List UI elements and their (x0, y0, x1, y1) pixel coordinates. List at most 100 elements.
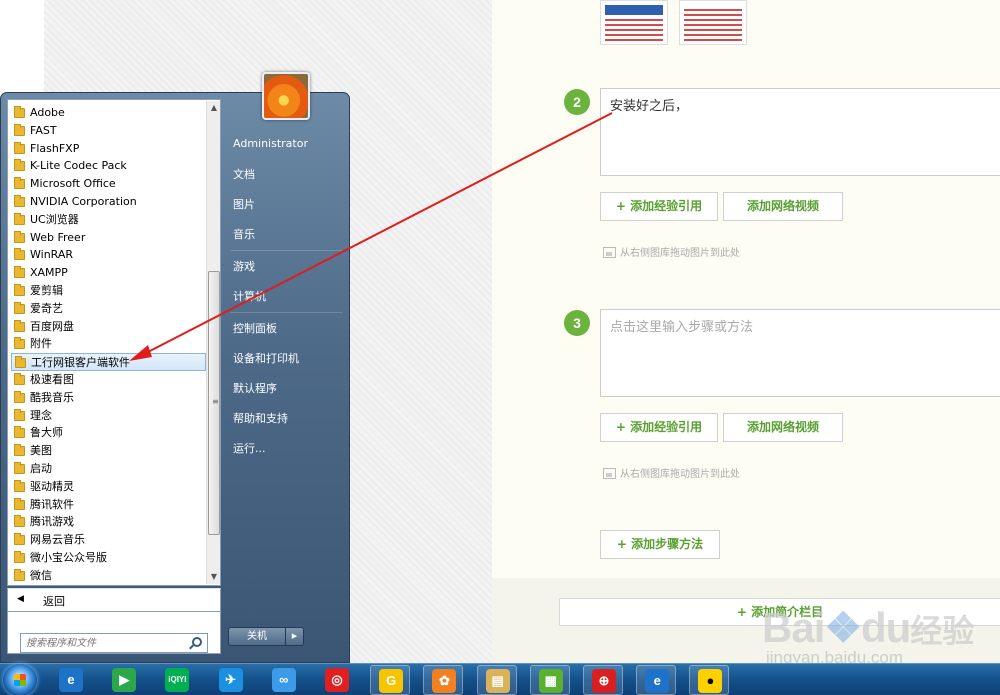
program-label: 爱剪辑 (30, 284, 63, 297)
taskbar-app-button[interactable]: ◎ (317, 665, 357, 695)
step-3-textarea[interactable]: 点击这里输入步骤或方法 (600, 309, 1000, 397)
folder-icon (14, 515, 25, 528)
netease-music-icon: ◎ (325, 668, 349, 692)
default-programs-link[interactable]: 默认程序 (233, 380, 277, 396)
computer-link[interactable]: 计算机 (233, 288, 266, 304)
iqiyi-icon: iQIYI (165, 668, 190, 692)
program-folder-item[interactable]: 工行网银客户端软件 (11, 353, 206, 372)
add-reference-button[interactable]: + 添加经验引用 (600, 192, 718, 221)
scroll-up-arrow-icon[interactable]: ▲ (207, 101, 220, 115)
taskbar-app-button[interactable]: ● (689, 665, 730, 695)
taskbar-app-button[interactable]: ▦ (529, 665, 570, 695)
program-folder-item[interactable]: K-Lite Codec Pack (11, 157, 206, 175)
taskbar-app-button[interactable]: ▤ (476, 665, 517, 695)
run-link[interactable]: 运行... (233, 440, 266, 456)
add-video-button[interactable]: 添加网络视频 (723, 192, 843, 221)
program-folder-item[interactable]: Microsoft Office (11, 175, 206, 193)
folder-icon (14, 497, 25, 510)
taskbar-app-button[interactable]: ⊕ (583, 665, 623, 695)
devices-printers-link[interactable]: 设备和打印机 (233, 350, 299, 366)
program-folder-item[interactable]: 微小宝公众号版 (11, 549, 206, 567)
program-folder-item[interactable]: 鲁大师 (11, 424, 206, 442)
games-link[interactable]: 游戏 (233, 258, 255, 274)
program-folder-item[interactable]: UC浏览器 (11, 211, 206, 229)
taskbar-app-button[interactable]: G (370, 665, 411, 695)
start-menu: Adobe FAST FlashFXP K-Lite Codec Pack Micros… (0, 92, 350, 663)
program-folder-item[interactable]: 微信 (11, 567, 206, 585)
taskbar-app-button[interactable]: ✿ (423, 665, 464, 695)
back-button[interactable]: ◀ 返回 (7, 588, 221, 612)
taskbar-app-button[interactable]: ▶ (104, 665, 144, 695)
program-folder-item[interactable]: FlashFXP (11, 140, 206, 158)
taskbar-app-button[interactable]: ∞ (264, 665, 304, 695)
game-icon: G (379, 669, 404, 693)
program-folder-item[interactable]: 美图 (11, 442, 206, 460)
program-folder-item[interactable]: 爱剪辑 (11, 282, 206, 300)
search-box[interactable] (20, 633, 208, 653)
step-2-textarea[interactable]: 安装好之后， (600, 88, 1000, 176)
program-folder-item[interactable]: XAMPP (11, 264, 206, 282)
picture-viewer-icon: ▦ (538, 669, 563, 693)
folder-icon (14, 212, 25, 225)
shutdown-options-arrow-icon[interactable]: ▶ (286, 627, 304, 646)
program-folder-item[interactable]: FAST (11, 122, 206, 140)
program-folder-item[interactable]: Adobe (11, 104, 206, 122)
program-folder-item[interactable]: 附件 (11, 335, 206, 353)
start-button[interactable] (3, 664, 37, 695)
user-name-link[interactable]: Administrator (233, 137, 308, 150)
program-folder-item[interactable]: Web Freer (11, 229, 206, 247)
scroll-thumb[interactable]: ≡ (208, 271, 220, 535)
taskbar-app-button[interactable]: iQIYI (157, 665, 197, 695)
folder-icon (14, 195, 25, 207)
program-folder-item[interactable]: 腾讯游戏 (11, 513, 206, 531)
program-label: FAST (30, 123, 57, 137)
music-link[interactable]: 音乐 (233, 226, 255, 242)
folder-icon (14, 123, 25, 136)
control-panel-link[interactable]: 控制面板 (233, 320, 277, 336)
add-video-button[interactable]: 添加网络视频 (723, 413, 843, 442)
image-thumbnail[interactable] (600, 0, 668, 45)
pictures-link[interactable]: 图片 (233, 196, 255, 212)
program-folder-item[interactable]: 极速看图 (11, 371, 206, 389)
program-label: 美图 (30, 444, 52, 458)
program-folder-item[interactable]: 理念 (11, 407, 206, 425)
add-step-button[interactable]: + 添加步骤方法 (600, 530, 720, 559)
media-player-icon: ▶ (112, 668, 137, 692)
program-folder-item[interactable]: 爱奇艺 (11, 300, 206, 318)
scroll-down-arrow-icon[interactable]: ▼ (207, 570, 220, 584)
image-thumbnail[interactable] (679, 0, 747, 45)
program-label: FlashFXP (30, 141, 80, 155)
program-folder-item[interactable]: 腾讯软件 (11, 496, 206, 514)
program-label: 鲁大师 (30, 426, 63, 440)
program-folder-item[interactable]: NVIDIA Corporation (11, 193, 206, 211)
program-label: UC浏览器 (30, 212, 79, 226)
program-folder-item[interactable]: 百度网盘 (11, 318, 206, 336)
program-label: 腾讯软件 (30, 497, 74, 511)
folder-icon (14, 248, 25, 261)
program-folder-item[interactable]: 启动 (11, 460, 206, 478)
taskbar-app-button[interactable]: e (51, 665, 91, 695)
baidu-jingyan-watermark: Bai❖du经验 (762, 604, 975, 651)
program-folder-item[interactable]: 酷我音乐 (11, 389, 206, 407)
program-folder-item[interactable]: 驱动精灵 (11, 478, 206, 496)
help-support-link[interactable]: 帮助和支持 (233, 410, 288, 426)
program-folder-item[interactable]: WinRAR (11, 246, 206, 264)
folder-icon (14, 177, 25, 190)
menu-divider (230, 312, 342, 313)
program-label: Web Freer (30, 230, 86, 244)
step-number-badge: 2 (564, 89, 590, 115)
documents-link[interactable]: 文档 (233, 166, 255, 182)
shutdown-button[interactable]: 关机 (228, 627, 286, 646)
add-reference-button[interactable]: + 添加经验引用 (600, 413, 718, 442)
file-explorer-icon: ▤ (485, 669, 510, 693)
search-input[interactable] (26, 636, 186, 650)
taskbar-app-button[interactable]: ✈ (211, 665, 251, 695)
search-icon[interactable] (192, 637, 202, 647)
folder-icon (14, 284, 25, 296)
program-label: NVIDIA Corporation (30, 195, 137, 208)
taskbar-app-button[interactable]: e (636, 665, 677, 695)
all-programs-list: Adobe FAST FlashFXP K-Lite Codec Pack Micros… (7, 99, 221, 586)
programs-scrollbar[interactable]: ▲ ≡ ▼ (206, 101, 220, 584)
program-folder-item[interactable]: 网易云音乐 (11, 531, 206, 549)
user-avatar[interactable] (262, 72, 310, 120)
